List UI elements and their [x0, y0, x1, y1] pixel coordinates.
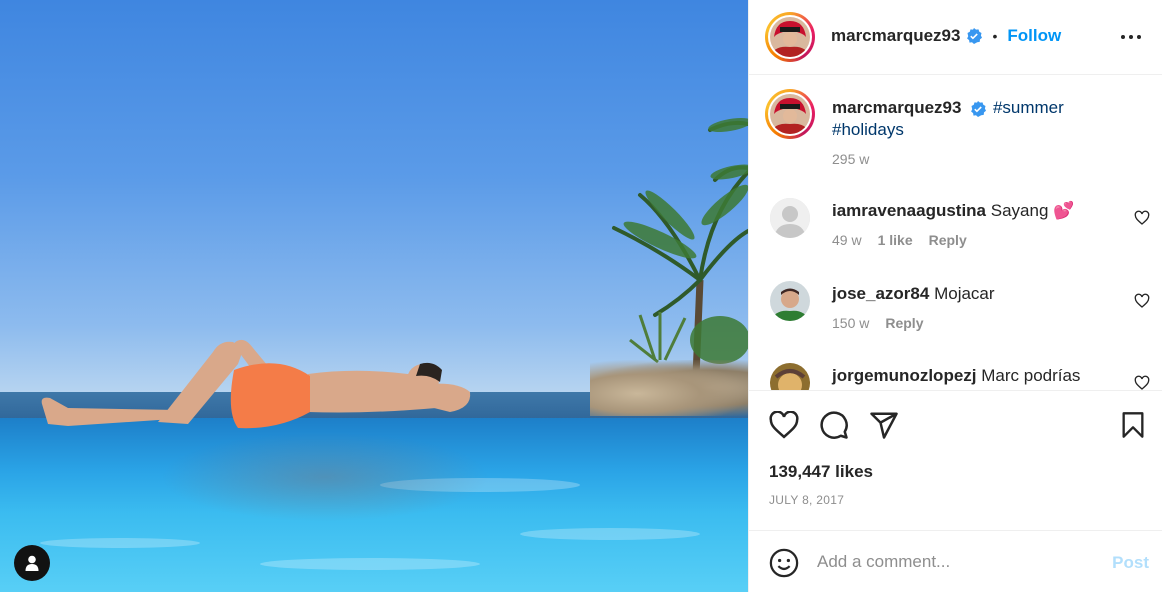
rocks — [590, 360, 748, 416]
hashtag-holidays[interactable]: #holidays — [832, 120, 904, 139]
comment-list: iamravenaagustina Sayang 💕 49 w 1 like R… — [749, 180, 1162, 390]
more-options-icon[interactable] — [1117, 25, 1145, 49]
comment-item: jorgemunozlopezj Marc podrías — [749, 345, 1162, 390]
comment-time[interactable]: 150 w — [832, 315, 869, 331]
follow-button[interactable]: Follow — [1007, 26, 1061, 46]
author-username[interactable]: marcmarquez93 — [831, 26, 960, 46]
separator-dot: • — [992, 28, 998, 44]
user-tag-button[interactable] — [14, 545, 50, 581]
comment-item: iamravenaagustina Sayang 💕 49 w 1 like R… — [749, 180, 1162, 260]
post-panel: marcmarquez93 • Follow marcmarquez93 #su… — [748, 0, 1162, 592]
heart-icon[interactable] — [769, 411, 799, 439]
comment-username[interactable]: iamravenaagustina — [832, 201, 986, 220]
comment-emoji: 💕 — [1053, 201, 1075, 220]
share-icon[interactable] — [869, 410, 899, 440]
palm-tree — [612, 117, 748, 400]
heart-icon[interactable] — [1134, 375, 1150, 390]
comment-time[interactable]: 49 w — [832, 232, 862, 248]
commenter-avatar[interactable] — [770, 281, 810, 321]
post-date[interactable]: JULY 8, 2017 — [769, 493, 844, 507]
verified-badge-icon — [967, 28, 983, 44]
likes-count[interactable]: 139,447 likes — [769, 462, 873, 482]
reply-button[interactable]: Reply — [885, 315, 923, 331]
emoji-icon[interactable] — [769, 548, 799, 578]
reply-button[interactable]: Reply — [929, 232, 967, 248]
comment-icon[interactable] — [819, 410, 849, 440]
comment-item: jose_azor84 Mojacar 150 w Reply — [749, 263, 1162, 343]
comment-text: Mojacar — [934, 284, 995, 303]
comment-username[interactable]: jorgemunozlopezj — [832, 366, 977, 385]
comment-box: Post — [749, 530, 1162, 592]
post-button[interactable]: Post — [1112, 553, 1149, 573]
bookmark-icon[interactable] — [1120, 411, 1146, 439]
comment-text: Marc podrías — [981, 366, 1081, 385]
author-avatar[interactable] — [765, 12, 815, 62]
actions-bar: 139,447 likes JULY 8, 2017 — [749, 390, 1162, 530]
caption-time[interactable]: 295 w — [832, 151, 869, 167]
caption-username[interactable]: marcmarquez93 — [832, 98, 961, 117]
verified-badge-icon — [971, 100, 987, 117]
user-tag-icon — [25, 555, 39, 571]
person-lying — [41, 339, 471, 429]
comment-input[interactable] — [817, 549, 1077, 575]
comment-likes[interactable]: 1 like — [878, 232, 913, 248]
body-reflection — [160, 432, 490, 522]
commenter-avatar[interactable] — [770, 198, 810, 238]
comment-text: Sayang — [990, 201, 1049, 220]
heart-icon[interactable] — [1134, 293, 1150, 309]
comment-username[interactable]: jose_azor84 — [832, 284, 929, 303]
post-header: marcmarquez93 • Follow — [749, 0, 1162, 75]
hashtag-summer[interactable]: #summer — [993, 98, 1064, 117]
commenter-avatar[interactable] — [770, 363, 810, 390]
caption: marcmarquez93 #summer #holidays 295 w — [749, 76, 1162, 176]
post-photo[interactable] — [0, 0, 748, 592]
caption-avatar[interactable] — [765, 89, 815, 139]
heart-icon[interactable] — [1134, 210, 1150, 226]
